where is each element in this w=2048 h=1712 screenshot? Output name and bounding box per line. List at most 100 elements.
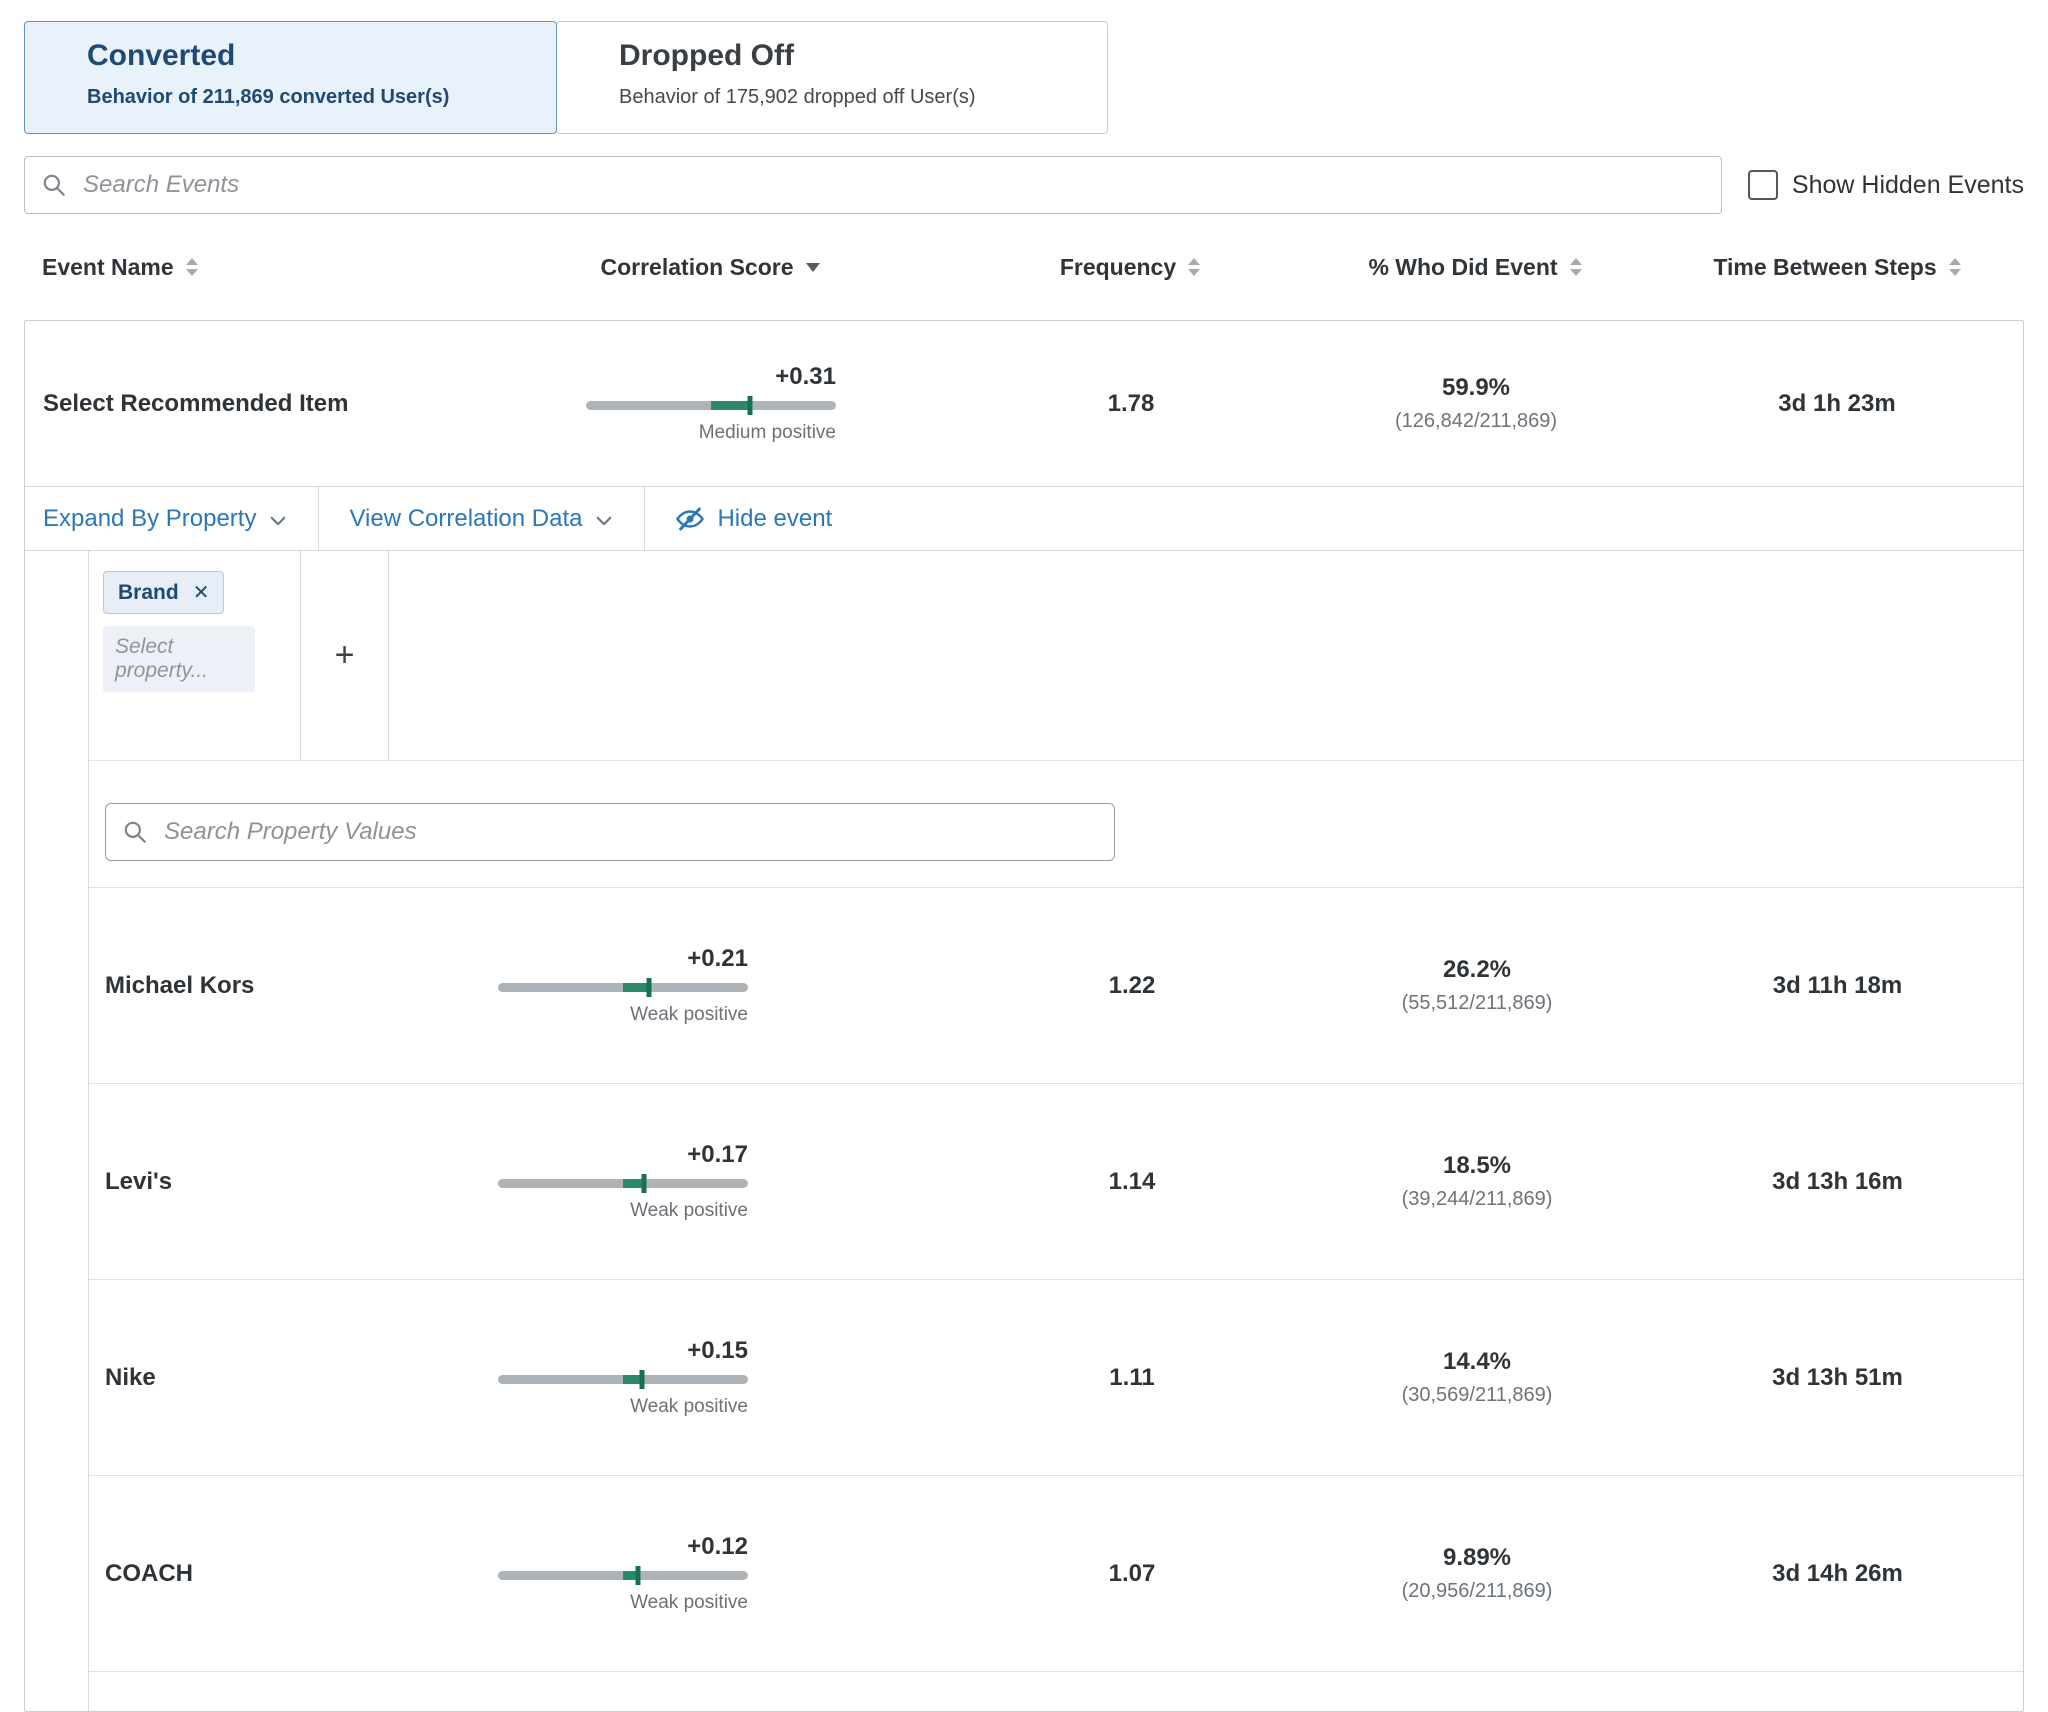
column-frequency[interactable]: Frequency: [960, 254, 1300, 281]
correlation-marker: [636, 1566, 641, 1585]
search-property-values-input[interactable]: [162, 817, 1098, 847]
property-correlation-cell: +0.21 Weak positive: [462, 945, 962, 1026]
sort-icon[interactable]: [1188, 258, 1200, 276]
hide-event-button[interactable]: Hide event: [645, 487, 862, 550]
plus-icon: +: [335, 636, 355, 675]
tab-dropped-off-title: Dropped Off: [619, 39, 1083, 73]
show-hidden-checkbox[interactable]: [1748, 170, 1778, 200]
correlation-fill: [711, 401, 750, 410]
property-pct-fraction: (39,244/211,869): [1302, 1188, 1652, 1211]
table-header: Event Name Correlation Score Frequency %…: [24, 214, 2024, 320]
property-pct: 26.2%: [1302, 956, 1652, 984]
add-property-button[interactable]: +: [301, 551, 389, 760]
search-icon: [41, 172, 67, 198]
correlation-marker: [639, 1370, 644, 1389]
event-name: Select Recommended Item: [25, 390, 461, 418]
correlation-block: +0.12 Weak positive: [498, 1533, 748, 1614]
correlation-score: +0.12: [498, 1533, 748, 1561]
event-card: Select Recommended Item +0.31 Medium pos…: [24, 320, 2024, 1712]
correlation-block: +0.15 Weak positive: [498, 1337, 748, 1418]
hide-event-label: Hide event: [717, 505, 832, 533]
correlation-bar: [498, 1565, 748, 1586]
search-property-values-box[interactable]: [105, 803, 1115, 861]
tab-converted-title: Converted: [87, 39, 532, 73]
property-row[interactable]: Levi's +0.17 Weak positive 1.14: [89, 1083, 2023, 1279]
correlation-strength: Weak positive: [498, 1592, 748, 1614]
correlation-marker: [647, 978, 652, 997]
property-pct: 14.4%: [1302, 1348, 1652, 1376]
view-correlation-data-label: View Correlation Data: [349, 505, 582, 533]
property-selector-cell: Brand ✕ Select property...: [89, 551, 301, 760]
search-events-input[interactable]: [81, 170, 1705, 200]
correlation-marker: [747, 396, 752, 415]
chevron-down-icon: [594, 511, 614, 531]
property-pct: 18.5%: [1302, 1152, 1652, 1180]
property-row[interactable]: COACH +0.12 Weak positive 1.07: [89, 1475, 2023, 1671]
column-pct-who-did[interactable]: % Who Did Event: [1300, 254, 1650, 281]
events-toolbar: Show Hidden Events: [24, 156, 2024, 214]
property-frequency: 1.11: [962, 1364, 1302, 1392]
correlation-marker: [642, 1174, 647, 1193]
view-correlation-data-button[interactable]: View Correlation Data: [319, 487, 645, 550]
correlation-bar: [498, 1173, 748, 1194]
property-time-between: 3d 13h 16m: [1652, 1168, 2023, 1196]
property-strip-spacer: [389, 551, 2023, 760]
tab-dropped-off[interactable]: Dropped Off Behavior of 175,902 dropped …: [556, 21, 1108, 134]
property-time-between: 3d 13h 51m: [1652, 1364, 2023, 1392]
correlation-block: +0.31 Medium positive: [586, 363, 836, 444]
tab-dropped-off-subtitle: Behavior of 175,902 dropped off User(s): [619, 86, 1083, 109]
event-pct-cell: 59.9% (126,842/211,869): [1301, 374, 1651, 433]
event-row: Select Recommended Item +0.31 Medium pos…: [25, 321, 2023, 486]
property-value-name: Levi's: [89, 1168, 462, 1196]
expand-by-property-label: Expand By Property: [43, 505, 256, 533]
tab-converted[interactable]: Converted Behavior of 211,869 converted …: [24, 21, 557, 134]
column-time-between[interactable]: Time Between Steps: [1650, 254, 2024, 281]
correlation-score: +0.21: [498, 945, 748, 973]
select-property-input[interactable]: Select property...: [103, 626, 255, 692]
cohort-tabs: Converted Behavior of 211,869 converted …: [24, 21, 2024, 134]
expand-by-property-button[interactable]: Expand By Property: [25, 487, 319, 550]
property-pct-cell: 9.89% (20,956/211,869): [1302, 1544, 1652, 1603]
event-correlation-cell: +0.31 Medium positive: [461, 363, 961, 444]
correlation-score: +0.31: [586, 363, 836, 391]
property-frequency: 1.07: [962, 1560, 1302, 1588]
property-panel: Brand ✕ Select property... +: [88, 551, 2023, 1711]
column-correlation-score[interactable]: Correlation Score: [460, 254, 960, 281]
property-value-name: Michael Kors: [89, 972, 462, 1000]
correlation-analysis-page: Converted Behavior of 211,869 converted …: [0, 0, 2048, 1712]
eye-slash-icon: [675, 504, 705, 534]
event-pct-fraction: (126,842/211,869): [1301, 410, 1651, 433]
property-value-name: COACH: [89, 1560, 462, 1588]
correlation-bar: [586, 395, 836, 416]
property-pct-cell: 18.5% (39,244/211,869): [1302, 1152, 1652, 1211]
property-pct-fraction: (55,512/211,869): [1302, 992, 1652, 1015]
property-row[interactable]: Michael Kors +0.21 Weak positive: [89, 887, 2023, 1083]
sort-desc-icon[interactable]: [806, 263, 820, 272]
property-pct-cell: 26.2% (55,512/211,869): [1302, 956, 1652, 1015]
property-frequency: 1.14: [962, 1168, 1302, 1196]
show-hidden-label: Show Hidden Events: [1792, 171, 2024, 200]
property-row[interactable]: Nike +0.15 Weak positive 1.11: [89, 1279, 2023, 1475]
search-events-box[interactable]: [24, 156, 1722, 214]
sort-icon[interactable]: [1949, 258, 1961, 276]
property-value-name: Nike: [89, 1364, 462, 1392]
correlation-bar: [498, 977, 748, 998]
property-time-between: 3d 14h 26m: [1652, 1560, 2023, 1588]
property-breakdown: Brand ✕ Select property... +: [25, 550, 2023, 1711]
property-time-between: 3d 11h 18m: [1652, 972, 2023, 1000]
column-event-name[interactable]: Event Name: [24, 254, 460, 281]
correlation-strength: Weak positive: [498, 1004, 748, 1026]
tab-converted-subtitle: Behavior of 211,869 converted User(s): [87, 86, 532, 109]
column-frequency-label: Frequency: [1060, 254, 1176, 281]
column-pct-label: % Who Did Event: [1368, 254, 1557, 281]
column-correlation-label: Correlation Score: [601, 254, 794, 281]
sort-icon[interactable]: [1570, 258, 1582, 276]
correlation-score: +0.17: [498, 1141, 748, 1169]
brand-property-chip[interactable]: Brand ✕: [103, 571, 224, 614]
property-search-area: [89, 761, 2023, 887]
remove-property-icon[interactable]: ✕: [193, 580, 210, 605]
sort-icon[interactable]: [186, 258, 198, 276]
show-hidden-events-toggle[interactable]: Show Hidden Events: [1748, 170, 2024, 200]
property-correlation-cell: +0.15 Weak positive: [462, 1337, 962, 1418]
event-action-bar: Expand By Property View Correlation Data: [25, 486, 2023, 550]
